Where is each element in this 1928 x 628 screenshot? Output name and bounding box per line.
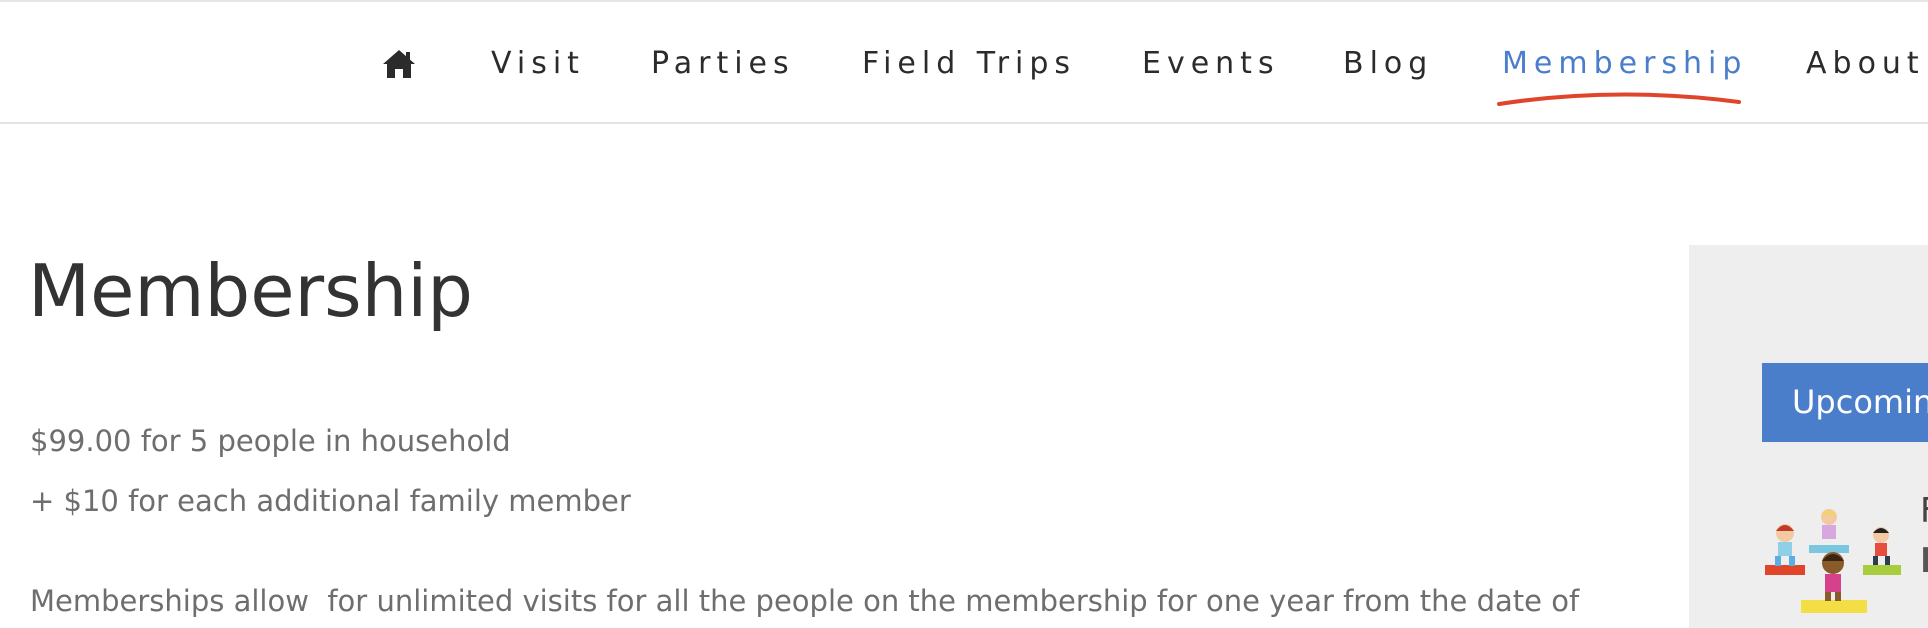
page-title: Membership: [28, 249, 474, 333]
kids-yoga-image[interactable]: [1763, 505, 1905, 615]
membership-description: Memberships allow for unlimited visits f…: [30, 584, 1580, 618]
nav-item-about[interactable]: About: [1806, 44, 1925, 84]
nav-item-visit[interactable]: Visit: [491, 44, 585, 84]
nav-item-field-trips[interactable]: Field Trips: [862, 44, 1076, 84]
event-title-fragment: F: [1920, 491, 1928, 531]
price-text: $99.00 for 5 people in household: [30, 424, 511, 458]
nav-item-events[interactable]: Events: [1142, 44, 1280, 84]
nav-item-parties[interactable]: Parties: [651, 44, 795, 84]
event-date-fragment: F: [1920, 541, 1928, 581]
additional-member-text: + $10 for each additional family member: [30, 484, 631, 518]
home-icon[interactable]: [382, 48, 416, 80]
nav-item-membership[interactable]: Membership: [1502, 44, 1747, 84]
active-underline: [1497, 92, 1741, 106]
main-navigation: Visit Parties Field Trips Events Blog Me…: [0, 2, 1928, 124]
nav-item-blog[interactable]: Blog: [1343, 44, 1433, 84]
upcoming-events-button[interactable]: Upcoming: [1762, 363, 1928, 442]
sidebar: Upcoming F F: [1689, 245, 1928, 628]
